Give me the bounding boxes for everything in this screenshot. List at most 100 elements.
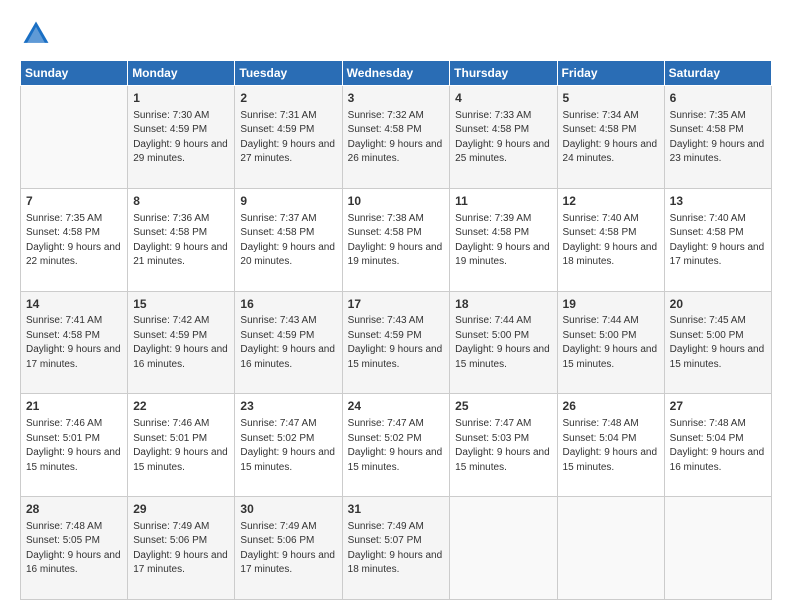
calendar-header-row: SundayMondayTuesdayWednesdayThursdayFrid… [21,61,772,86]
col-header-saturday: Saturday [664,61,771,86]
day-number: 8 [133,193,229,210]
day-number: 29 [133,501,229,518]
day-cell: 6Sunrise: 7:35 AMSunset: 4:58 PMDaylight… [664,86,771,189]
day-info: Sunrise: 7:39 AMSunset: 4:58 PMDaylight:… [455,212,551,270]
day-info: Sunrise: 7:49 AMSunset: 5:06 PMDaylight:… [240,520,336,578]
day-info: Sunrise: 7:46 AMSunset: 5:01 PMDaylight:… [26,417,122,475]
day-cell: 19Sunrise: 7:44 AMSunset: 5:00 PMDayligh… [557,291,664,394]
day-cell: 30Sunrise: 7:49 AMSunset: 5:06 PMDayligh… [235,497,342,600]
day-number: 17 [348,296,445,313]
col-header-monday: Monday [128,61,235,86]
day-info: Sunrise: 7:34 AMSunset: 4:58 PMDaylight:… [563,109,659,167]
day-cell: 31Sunrise: 7:49 AMSunset: 5:07 PMDayligh… [342,497,450,600]
day-info: Sunrise: 7:42 AMSunset: 4:59 PMDaylight:… [133,314,229,372]
day-info: Sunrise: 7:47 AMSunset: 5:03 PMDaylight:… [455,417,551,475]
day-info: Sunrise: 7:33 AMSunset: 4:58 PMDaylight:… [455,109,551,167]
day-number: 23 [240,398,336,415]
day-cell: 10 Sunrise: 7:38 AMSunset: 4:58 PMDayligh… [342,188,450,291]
day-number: 10 [348,193,445,210]
day-cell: 14Sunrise: 7:41 AMSunset: 4:58 PMDayligh… [21,291,128,394]
header [20,18,772,50]
day-number: 6 [670,90,766,107]
week-row-1: 1 Sunrise: 7:30 AMSunset: 4:59 PMDaylight… [21,86,772,189]
day-cell: 15Sunrise: 7:42 AMSunset: 4:59 PMDayligh… [128,291,235,394]
day-number: 5 [563,90,659,107]
day-info: Sunrise: 7:49 AMSunset: 5:07 PMDaylight:… [348,520,445,578]
day-number: 1 [133,90,229,107]
day-cell: 20Sunrise: 7:45 AMSunset: 5:00 PMDayligh… [664,291,771,394]
day-cell: 25 Sunrise: 7:47 AMSunset: 5:03 PMDayligh… [450,394,557,497]
day-number: 26 [563,398,659,415]
day-info: Sunrise: 7:40 AMSunset: 4:58 PMDaylight:… [563,212,659,270]
week-row-5: 28 Sunrise: 7:48 AMSunset: 5:05 PMDayligh… [21,497,772,600]
week-row-2: 7Sunrise: 7:35 AMSunset: 4:58 PMDaylight… [21,188,772,291]
day-number: 24 [348,398,445,415]
day-info: Sunrise: 7:43 AMSunset: 4:59 PMDaylight:… [348,314,445,372]
day-number: 20 [670,296,766,313]
day-cell: 28 Sunrise: 7:48 AMSunset: 5:05 PMDayligh… [21,497,128,600]
day-info: Sunrise: 7:30 AMSunset: 4:59 PMDaylight:… [133,109,229,167]
week-row-4: 21Sunrise: 7:46 AMSunset: 5:01 PMDayligh… [21,394,772,497]
day-cell: 1 Sunrise: 7:30 AMSunset: 4:59 PMDaylight… [128,86,235,189]
day-info: Sunrise: 7:31 AMSunset: 4:59 PMDaylight:… [240,109,336,167]
day-cell: 7Sunrise: 7:35 AMSunset: 4:58 PMDaylight… [21,188,128,291]
col-header-thursday: Thursday [450,61,557,86]
day-info: Sunrise: 7:37 AMSunset: 4:58 PMDaylight:… [240,212,336,270]
day-cell: 27Sunrise: 7:48 AMSunset: 5:04 PMDayligh… [664,394,771,497]
day-number: 11 [455,193,551,210]
day-cell: 16Sunrise: 7:43 AMSunset: 4:59 PMDayligh… [235,291,342,394]
day-info: Sunrise: 7:46 AMSunset: 5:01 PMDaylight:… [133,417,229,475]
day-number: 18 [455,296,551,313]
day-number: 15 [133,296,229,313]
day-cell: 9Sunrise: 7:37 AMSunset: 4:58 PMDaylight… [235,188,342,291]
day-number: 7 [26,193,122,210]
col-header-tuesday: Tuesday [235,61,342,86]
day-info: Sunrise: 7:48 AMSunset: 5:04 PMDaylight:… [563,417,659,475]
day-cell [557,497,664,600]
day-cell: 4 Sunrise: 7:33 AMSunset: 4:58 PMDaylight… [450,86,557,189]
day-cell: 2 Sunrise: 7:31 AMSunset: 4:59 PMDaylight… [235,86,342,189]
day-cell: 8 Sunrise: 7:36 AMSunset: 4:58 PMDaylight… [128,188,235,291]
page: SundayMondayTuesdayWednesdayThursdayFrid… [0,0,792,612]
day-number: 28 [26,501,122,518]
day-cell [664,497,771,600]
day-info: Sunrise: 7:47 AMSunset: 5:02 PMDaylight:… [240,417,336,475]
day-number: 16 [240,296,336,313]
day-info: Sunrise: 7:41 AMSunset: 4:58 PMDaylight:… [26,314,122,372]
day-number: 4 [455,90,551,107]
day-cell: 23 Sunrise: 7:47 AMSunset: 5:02 PMDayligh… [235,394,342,497]
day-info: Sunrise: 7:40 AMSunset: 4:58 PMDaylight:… [670,212,766,270]
day-info: Sunrise: 7:48 AMSunset: 5:05 PMDaylight:… [26,520,122,578]
day-info: Sunrise: 7:32 AMSunset: 4:58 PMDaylight:… [348,109,445,167]
day-number: 25 [455,398,551,415]
day-info: Sunrise: 7:44 AMSunset: 5:00 PMDaylight:… [563,314,659,372]
day-cell: 29 Sunrise: 7:49 AMSunset: 5:06 PMDayligh… [128,497,235,600]
day-info: Sunrise: 7:49 AMSunset: 5:06 PMDaylight:… [133,520,229,578]
day-number: 12 [563,193,659,210]
day-number: 3 [348,90,445,107]
day-cell: 24 Sunrise: 7:47 AMSunset: 5:02 PMDayligh… [342,394,450,497]
day-number: 22 [133,398,229,415]
day-info: Sunrise: 7:36 AMSunset: 4:58 PMDaylight:… [133,212,229,270]
week-row-3: 14Sunrise: 7:41 AMSunset: 4:58 PMDayligh… [21,291,772,394]
day-cell: 21Sunrise: 7:46 AMSunset: 5:01 PMDayligh… [21,394,128,497]
calendar-table: SundayMondayTuesdayWednesdayThursdayFrid… [20,60,772,600]
day-info: Sunrise: 7:48 AMSunset: 5:04 PMDaylight:… [670,417,766,475]
day-cell: 18Sunrise: 7:44 AMSunset: 5:00 PMDayligh… [450,291,557,394]
day-info: Sunrise: 7:45 AMSunset: 5:00 PMDaylight:… [670,314,766,372]
col-header-friday: Friday [557,61,664,86]
day-cell: 3 Sunrise: 7:32 AMSunset: 4:58 PMDaylight… [342,86,450,189]
day-number: 13 [670,193,766,210]
day-info: Sunrise: 7:47 AMSunset: 5:02 PMDaylight:… [348,417,445,475]
col-header-sunday: Sunday [21,61,128,86]
col-header-wednesday: Wednesday [342,61,450,86]
day-cell: 26 Sunrise: 7:48 AMSunset: 5:04 PMDayligh… [557,394,664,497]
day-cell: 13 Sunrise: 7:40 AMSunset: 4:58 PMDayligh… [664,188,771,291]
day-info: Sunrise: 7:38 AMSunset: 4:58 PMDaylight:… [348,212,445,270]
day-cell: 11 Sunrise: 7:39 AMSunset: 4:58 PMDayligh… [450,188,557,291]
logo [20,18,56,50]
day-cell: 22 Sunrise: 7:46 AMSunset: 5:01 PMDayligh… [128,394,235,497]
day-cell [21,86,128,189]
day-number: 2 [240,90,336,107]
day-number: 19 [563,296,659,313]
